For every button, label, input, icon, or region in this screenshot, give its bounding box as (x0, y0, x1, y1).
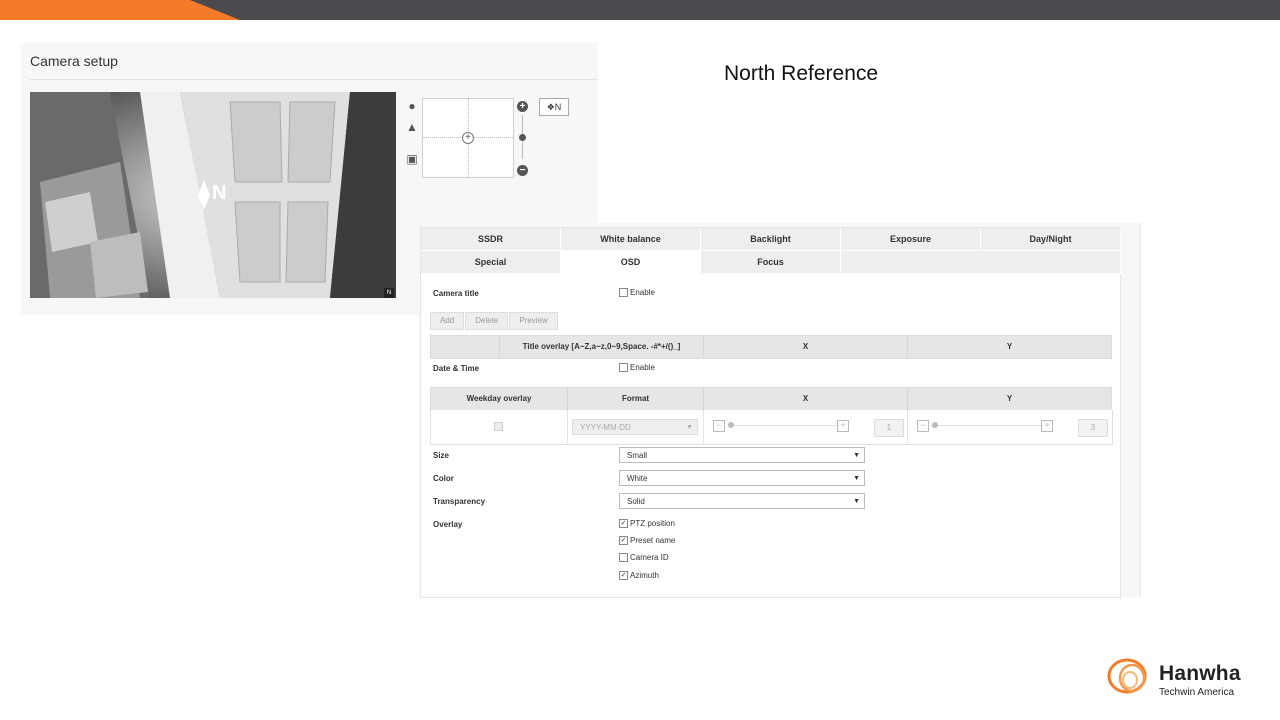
hanwha-logo: Hanwha Techwin America (1105, 656, 1260, 701)
overlay-preset-name[interactable]: ✓ Preset name (619, 536, 675, 545)
minus-icon[interactable]: − (917, 420, 929, 432)
north-needle-icon: ❖ (546, 102, 555, 112)
chevron-down-icon: ▼ (853, 498, 860, 505)
chevron-down-icon: ▼ (853, 475, 860, 482)
column-weekday-overlay: Weekday overlay (431, 388, 568, 410)
ptz-control-pad[interactable]: + (422, 98, 514, 178)
checkbox[interactable] (619, 288, 628, 297)
transparency-select[interactable]: Solid ▼ (619, 493, 865, 509)
date-table-header: Weekday overlay Format X Y (430, 387, 1112, 411)
slide-heading: North Reference (724, 62, 879, 85)
logo-subtitle: Techwin America (1159, 687, 1235, 698)
table-row: YYYY-MM-DD ▼ − + 1 − + 3 (430, 410, 1113, 445)
checkbox[interactable]: ✓ (619, 536, 628, 545)
column-y: Y (1006, 342, 1013, 351)
tab-white-balance[interactable]: White balance (561, 228, 701, 251)
checkbox[interactable]: ✓ (619, 519, 628, 528)
column-title-overlay: Title overlay [A~Z,a~z,0~9,Space. -#*+/(… (500, 336, 704, 358)
column-x: X (704, 388, 908, 410)
divider (30, 79, 598, 80)
tab-backlight[interactable]: Backlight (701, 228, 841, 251)
checkbox[interactable]: ✓ (619, 571, 628, 580)
camera-setup-title: Camera setup (30, 53, 118, 69)
y-value[interactable]: 3 (1078, 419, 1108, 437)
ptz-center-icon[interactable]: + (462, 132, 474, 144)
osd-settings-panel: SSDR White balance Backlight Exposure Da… (419, 223, 1141, 598)
north-reference-button[interactable]: ❖N (539, 98, 569, 116)
column-y: Y (1006, 394, 1013, 403)
north-button-label: N (554, 102, 562, 112)
overlay-label: Overlay (433, 520, 463, 529)
logo-name: Hanwha (1159, 662, 1241, 685)
tab-exposure[interactable]: Exposure (841, 228, 981, 251)
camera-live-view[interactable]: N N (30, 92, 396, 298)
minus-icon[interactable]: − (713, 420, 725, 432)
size-label: Size (433, 451, 450, 460)
overlay-camera-id[interactable]: Camera ID (619, 553, 669, 562)
tab-osd[interactable]: OSD (561, 251, 701, 274)
focus-frame-icon[interactable]: ▣ (405, 152, 419, 166)
zoom-out-icon[interactable]: − (517, 165, 528, 176)
checkbox[interactable] (619, 363, 628, 372)
size-select[interactable]: Small ▼ (619, 447, 865, 463)
ptz-mode-icons: ● ▲ ▣ (405, 99, 419, 173)
zoom-slider-knob[interactable] (519, 134, 526, 141)
x-slider[interactable]: − + (713, 420, 853, 434)
x-value[interactable]: 1 (874, 419, 904, 437)
north-overlay-text: N (212, 182, 227, 204)
color-select[interactable]: White ▼ (619, 470, 865, 486)
zoom-in-icon[interactable]: + (517, 101, 528, 112)
transparency-label: Transparency (433, 497, 486, 506)
zoom-control[interactable]: + − (517, 101, 529, 176)
weekday-checkbox[interactable] (494, 422, 503, 431)
tab-ssdr[interactable]: SSDR (421, 228, 561, 251)
date-time-label: Date & Time (433, 364, 480, 373)
person-icon[interactable]: ● (405, 99, 419, 113)
plus-icon[interactable]: + (1041, 420, 1053, 432)
chevron-down-icon: ▼ (853, 452, 860, 459)
chevron-down-icon: ▼ (686, 424, 693, 431)
date-time-enable[interactable]: Enable (619, 363, 655, 372)
tab-day-night[interactable]: Day/Night (981, 228, 1121, 251)
overlay-azimuth[interactable]: ✓ Azimuth (619, 571, 659, 580)
hanwha-swirl-icon (1107, 658, 1147, 694)
plus-icon[interactable]: + (837, 420, 849, 432)
slider-knob[interactable] (932, 422, 938, 428)
column-x: X (704, 336, 908, 358)
add-button[interactable]: Add (430, 312, 465, 330)
color-label: Color (433, 474, 454, 483)
tab-empty (841, 251, 1121, 274)
landscape-icon[interactable]: ▲ (405, 120, 419, 134)
checkbox[interactable] (619, 553, 628, 562)
overlay-ptz-position[interactable]: ✓ PTZ position (619, 519, 675, 528)
brand-stripe (0, 0, 240, 20)
tab-special[interactable]: Special (421, 251, 561, 274)
preview-button[interactable]: Preview (509, 312, 558, 330)
y-slider[interactable]: − + (917, 420, 1057, 434)
camera-title-enable[interactable]: Enable (619, 288, 655, 297)
camera-title-label: Camera title (433, 289, 479, 298)
delete-button[interactable]: Delete (465, 312, 509, 330)
column-format: Format (568, 388, 704, 410)
title-buttons: Add Delete Preview (430, 312, 559, 330)
slider-knob[interactable] (728, 422, 734, 428)
tab-focus[interactable]: Focus (701, 251, 841, 274)
title-table-header: Title overlay [A~Z,a~z,0~9,Space. -#*+/(… (430, 335, 1112, 359)
corner-badge: N (384, 288, 394, 298)
format-select[interactable]: YYYY-MM-DD ▼ (572, 419, 698, 435)
top-banner (0, 0, 1280, 20)
